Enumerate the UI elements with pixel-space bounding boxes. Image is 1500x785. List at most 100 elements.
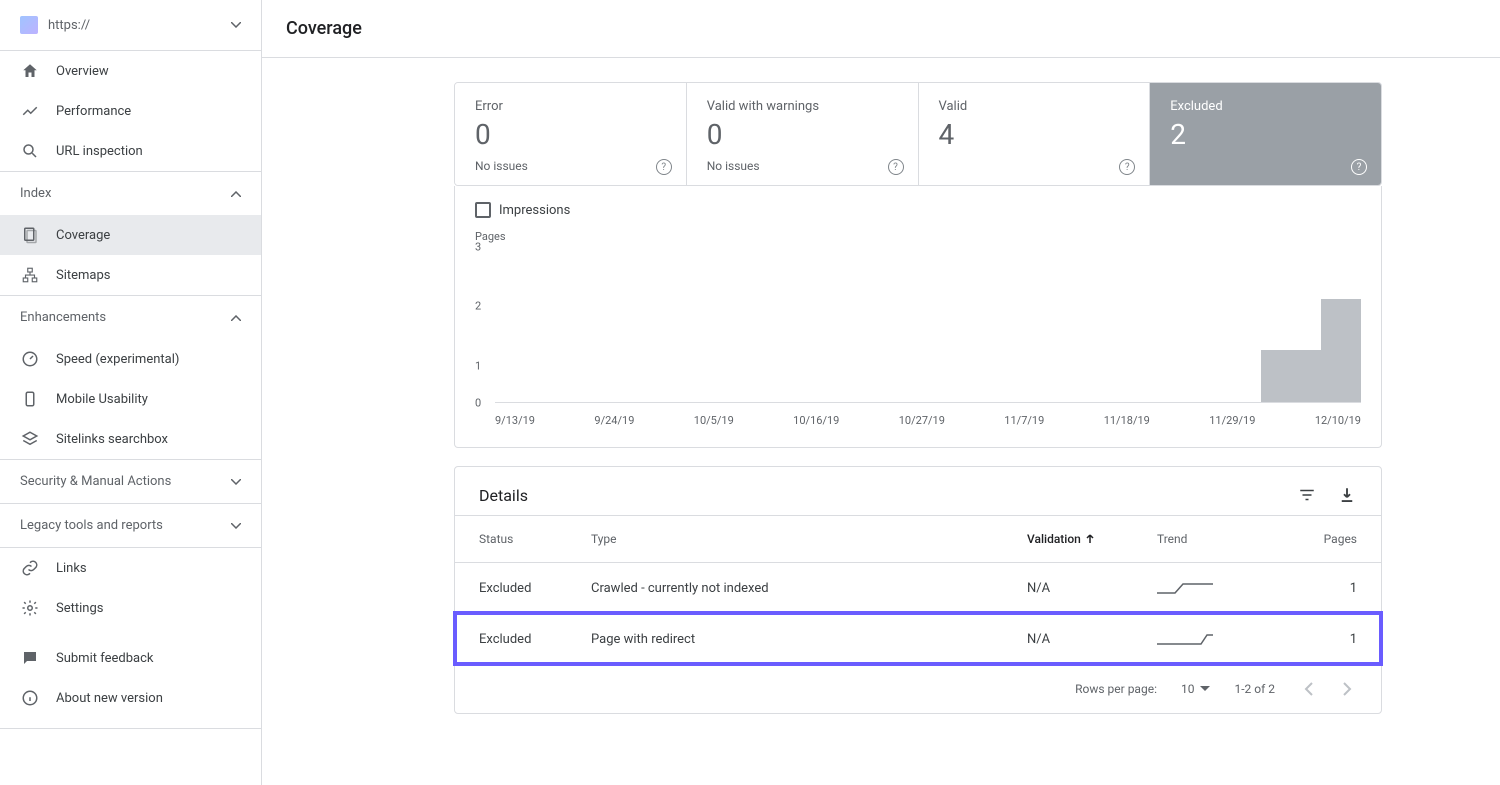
section-security[interactable]: Security & Manual Actions — [0, 460, 261, 503]
xtick: 11/18/19 — [1104, 414, 1150, 427]
chart-bar — [1301, 350, 1311, 402]
row-pages: 1 — [1297, 632, 1357, 647]
help-icon[interactable]: ? — [888, 159, 904, 175]
tab-sub: No issues — [707, 159, 898, 173]
chart-bar — [1331, 299, 1341, 402]
info-icon — [20, 688, 40, 708]
section-legacy[interactable]: Legacy tools and reports — [0, 504, 261, 547]
xtick: 9/13/19 — [495, 414, 535, 427]
sidebar-item-label: Submit feedback — [56, 651, 153, 666]
col-type-header[interactable]: Type — [591, 532, 1027, 546]
table-row[interactable]: Excluded Page with redirect N/A 1 — [455, 613, 1381, 664]
chart-bar — [1351, 299, 1361, 402]
chart-bar — [1291, 350, 1301, 402]
tab-value: 2 — [1170, 118, 1361, 151]
section-index[interactable]: Index — [0, 172, 261, 215]
sidebar-item-feedback[interactable]: Submit feedback — [0, 638, 261, 678]
help-icon[interactable]: ? — [656, 159, 672, 175]
chevron-up-icon — [231, 191, 241, 197]
sidebar-item-sitelinks[interactable]: Sitelinks searchbox — [0, 419, 261, 459]
legend-label: Impressions — [499, 203, 570, 218]
help-icon[interactable]: ? — [1351, 159, 1367, 175]
xtick: 10/5/19 — [694, 414, 734, 427]
gear-icon — [20, 598, 40, 618]
sidebar-item-label: About new version — [56, 691, 163, 706]
sidebar-item-label: Links — [56, 561, 87, 576]
row-pages: 1 — [1297, 581, 1357, 596]
chevron-down-icon — [231, 479, 241, 485]
col-validation-header[interactable]: Validation — [1027, 532, 1157, 546]
chart-plot — [495, 247, 1361, 403]
chart-bar — [1311, 350, 1321, 402]
sidebar-item-about[interactable]: About new version — [0, 678, 261, 718]
trend-icon — [20, 101, 40, 121]
chart-ylabel: Pages — [475, 230, 1361, 243]
sidebar-item-sitemaps[interactable]: Sitemaps — [0, 255, 261, 295]
pager-perpage[interactable]: 10 — [1181, 682, 1211, 696]
legend: Impressions — [475, 202, 1361, 218]
section-label: Legacy tools and reports — [20, 518, 163, 533]
layers-icon — [20, 429, 40, 449]
row-status: Excluded — [479, 632, 591, 647]
filter-icon[interactable] — [1297, 485, 1317, 505]
sidebar-item-label: Sitelinks searchbox — [56, 432, 168, 447]
row-type: Page with redirect — [591, 632, 1027, 647]
sidebar-item-coverage[interactable]: Coverage — [0, 215, 261, 255]
status-tabs: Error 0 No issues ? Valid with warnings … — [454, 82, 1382, 186]
search-icon — [20, 141, 40, 161]
sidebar-item-label: Mobile Usability — [56, 392, 148, 407]
sidebar-item-url-inspection[interactable]: URL inspection — [0, 131, 261, 171]
site-selector[interactable]: https:// — [0, 0, 261, 51]
page-header: Coverage — [262, 0, 1500, 58]
sidebar: https:// Overview Performance URL inspec… — [0, 0, 262, 785]
col-status-header[interactable]: Status — [479, 532, 591, 546]
tab-valid-warnings[interactable]: Valid with warnings 0 No issues ? — [687, 83, 919, 185]
sidebar-item-speed[interactable]: Speed (experimental) — [0, 339, 261, 379]
chart-card: Impressions Pages 3 2 1 0 9/13/199/24/19… — [454, 186, 1382, 448]
tab-value: 0 — [475, 118, 666, 151]
tab-label: Excluded — [1170, 99, 1361, 114]
next-page-icon[interactable] — [1337, 679, 1357, 699]
tab-error[interactable]: Error 0 No issues ? — [455, 83, 687, 185]
xtick: 10/16/19 — [793, 414, 839, 427]
sidebar-item-settings[interactable]: Settings — [0, 588, 261, 628]
tab-excluded[interactable]: Excluded 2 ? — [1150, 83, 1381, 185]
table-row[interactable]: Excluded Crawled - currently not indexed… — [455, 562, 1381, 613]
row-trend — [1157, 579, 1297, 597]
pages-icon — [20, 225, 40, 245]
details-table: Status Type Validation Trend Pages Exclu… — [455, 515, 1381, 664]
col-trend-header[interactable]: Trend — [1157, 532, 1297, 546]
help-icon[interactable]: ? — [1119, 159, 1135, 175]
impressions-checkbox[interactable] — [475, 202, 491, 218]
tab-label: Error — [475, 99, 666, 114]
row-trend — [1157, 630, 1297, 648]
chevron-down-icon — [231, 523, 241, 529]
ytick: 3 — [475, 241, 481, 254]
sidebar-item-label: Performance — [56, 104, 131, 119]
sidebar-item-mobile[interactable]: Mobile Usability — [0, 379, 261, 419]
chart-bar — [1281, 350, 1291, 402]
chevron-down-icon — [231, 22, 241, 28]
chart-bar — [1321, 299, 1331, 402]
sidebar-item-performance[interactable]: Performance — [0, 91, 261, 131]
tab-value: 4 — [939, 118, 1130, 151]
xtick: 10/27/19 — [899, 414, 945, 427]
sidebar-item-label: Overview — [56, 64, 109, 79]
details-card: Details Status Type Validation T — [454, 466, 1382, 714]
sidebar-item-label: Sitemaps — [56, 268, 111, 283]
sidebar-item-overview[interactable]: Overview — [0, 51, 261, 91]
col-pages-header[interactable]: Pages — [1297, 532, 1357, 546]
sidebar-item-links[interactable]: Links — [0, 548, 261, 588]
home-icon — [20, 61, 40, 81]
prev-page-icon[interactable] — [1299, 679, 1319, 699]
chart-xticks: 9/13/19 9/24/19 10/5/19 10/16/19 10/27/19 11/… — [495, 414, 1361, 427]
chart-area: 3 2 1 0 9/13/199/24/1910/5/1910/16/1910/… — [475, 247, 1361, 427]
section-enhancements[interactable]: Enhancements — [0, 296, 261, 339]
sidebar-item-label: Speed (experimental) — [56, 352, 179, 367]
section-label: Index — [20, 186, 51, 201]
sidebar-item-label: Coverage — [56, 228, 110, 243]
download-icon[interactable] — [1337, 485, 1357, 505]
tab-valid[interactable]: Valid 4 ? — [919, 83, 1151, 185]
xtick: 9/24/19 — [594, 414, 634, 427]
xtick: 12/10/19 — [1315, 414, 1361, 427]
